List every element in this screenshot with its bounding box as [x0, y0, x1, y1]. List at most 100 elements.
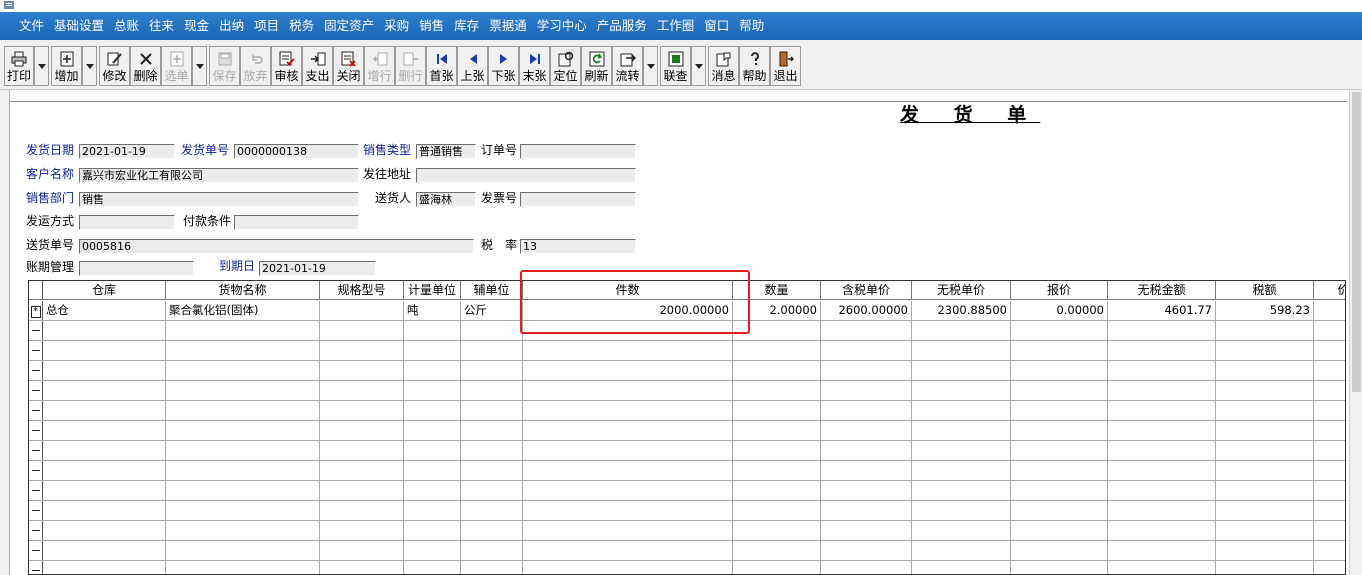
table-row[interactable] — [29, 381, 1345, 401]
close-button[interactable]: 关闭 — [333, 46, 364, 86]
grid-cell[interactable] — [320, 521, 404, 540]
grid-cell[interactable] — [461, 341, 523, 360]
grid-cell[interactable] — [733, 321, 821, 340]
grid-cell[interactable] — [1011, 401, 1108, 420]
column-header-unit[interactable]: 计量单位 — [404, 281, 461, 300]
table-row[interactable] — [29, 401, 1345, 421]
ship-address-field[interactable] — [416, 168, 636, 183]
vertical-scrollbar[interactable] — [1349, 90, 1362, 575]
edit-button[interactable]: 修改 — [99, 46, 130, 86]
grid-cell[interactable] — [43, 401, 166, 420]
grid-cell[interactable] — [1108, 361, 1216, 380]
grid-cell[interactable] — [461, 521, 523, 540]
grid-cell[interactable] — [733, 561, 821, 574]
grid-cell[interactable] — [523, 461, 733, 480]
menu-products[interactable]: 产品服务 — [592, 12, 652, 40]
grid-cell[interactable] — [912, 421, 1011, 440]
grid-cell[interactable] — [43, 561, 166, 574]
select-button[interactable]: 选单 — [161, 46, 192, 86]
add-button[interactable]: 增加 — [51, 46, 82, 86]
grid-cell[interactable] — [166, 421, 320, 440]
row-indicator[interactable] — [29, 501, 43, 520]
column-header-qty[interactable]: 数量 — [733, 281, 821, 300]
grid-cell[interactable] — [1314, 441, 1345, 460]
grid-cell[interactable] — [166, 361, 320, 380]
refresh-button[interactable]: 刷新 — [581, 46, 612, 86]
customer-field[interactable]: 嘉兴市宏业化工有限公司 — [79, 168, 359, 183]
column-header-aux-unit[interactable]: 辅单位 — [461, 281, 523, 300]
grid-cell[interactable] — [821, 421, 912, 440]
cell-unit[interactable]: 吨 — [404, 301, 461, 320]
grid-cell[interactable] — [1314, 481, 1345, 500]
grid-cell[interactable] — [1011, 361, 1108, 380]
grid-cell[interactable] — [912, 561, 1011, 574]
grid-cell[interactable] — [1108, 561, 1216, 574]
grid-cell[interactable] — [166, 561, 320, 574]
grid-cell[interactable] — [733, 341, 821, 360]
sale-type-field[interactable]: 普通销售 — [416, 144, 476, 159]
grid-cell[interactable] — [1011, 421, 1108, 440]
grid-cell[interactable] — [166, 461, 320, 480]
grid-cell[interactable] — [821, 401, 912, 420]
link-query-button[interactable]: 联查 — [660, 46, 691, 86]
grid-cell[interactable] — [1011, 481, 1108, 500]
menu-general-ledger[interactable]: 总账 — [109, 12, 144, 40]
link-query-dropdown[interactable] — [691, 46, 706, 86]
grid-cell[interactable] — [461, 361, 523, 380]
order-no-field[interactable] — [520, 144, 636, 159]
last-button[interactable]: 末张 — [519, 46, 550, 86]
grid-cell[interactable] — [404, 361, 461, 380]
grid-cell[interactable] — [912, 521, 1011, 540]
deliverer-field[interactable]: 盛海林 — [416, 192, 476, 207]
menu-basic-settings[interactable]: 基础设置 — [49, 12, 109, 40]
grid-cell[interactable] — [43, 481, 166, 500]
grid-cell[interactable] — [912, 341, 1011, 360]
grid-cell[interactable] — [1011, 541, 1108, 560]
grid-cell[interactable] — [43, 521, 166, 540]
grid-cell[interactable] — [461, 441, 523, 460]
table-row[interactable] — [29, 321, 1345, 341]
table-row[interactable] — [29, 561, 1345, 574]
grid-cell[interactable] — [733, 481, 821, 500]
menu-help[interactable]: 帮助 — [734, 12, 769, 40]
row-indicator[interactable] — [29, 441, 43, 460]
grid-cell[interactable] — [912, 401, 1011, 420]
grid-cell[interactable] — [166, 481, 320, 500]
delete-row-button[interactable]: 删行 — [395, 46, 426, 86]
grid-cell[interactable] — [404, 381, 461, 400]
grid-cell[interactable] — [320, 541, 404, 560]
grid-cell[interactable] — [821, 541, 912, 560]
grid-cell[interactable] — [404, 401, 461, 420]
column-header-warehouse[interactable]: 仓库 — [43, 281, 166, 300]
grid-cell[interactable] — [912, 501, 1011, 520]
grid-cell[interactable] — [821, 441, 912, 460]
grid-cell[interactable] — [43, 541, 166, 560]
grid-cell[interactable] — [523, 561, 733, 574]
grid-cell[interactable] — [733, 541, 821, 560]
menu-cashier[interactable]: 出纳 — [214, 12, 249, 40]
grid-cell[interactable] — [404, 421, 461, 440]
row-indicator[interactable] — [29, 321, 43, 340]
grid-cell[interactable] — [43, 441, 166, 460]
grid-cell[interactable] — [1011, 441, 1108, 460]
grid-cell[interactable] — [523, 401, 733, 420]
grid-cell[interactable] — [1216, 381, 1314, 400]
grid-cell[interactable] — [320, 381, 404, 400]
grid-cell[interactable] — [523, 361, 733, 380]
grid-cell[interactable] — [523, 381, 733, 400]
due-date-field[interactable]: 2021-01-19 — [259, 261, 376, 276]
grid-cell[interactable] — [320, 421, 404, 440]
grid-cell[interactable] — [733, 381, 821, 400]
next-button[interactable]: 下张 — [488, 46, 519, 86]
grid-cell[interactable] — [320, 441, 404, 460]
row-indicator[interactable] — [29, 341, 43, 360]
grid-cell[interactable] — [166, 541, 320, 560]
grid-cell[interactable] — [1011, 321, 1108, 340]
grid-cell[interactable] — [1011, 461, 1108, 480]
grid-cell[interactable] — [733, 501, 821, 520]
grid-cell[interactable] — [1216, 341, 1314, 360]
grid-cell[interactable] — [1314, 421, 1345, 440]
grid-cell[interactable] — [733, 461, 821, 480]
grid-cell[interactable] — [1216, 361, 1314, 380]
menu-workcircle[interactable]: 工作圈 — [652, 12, 700, 40]
